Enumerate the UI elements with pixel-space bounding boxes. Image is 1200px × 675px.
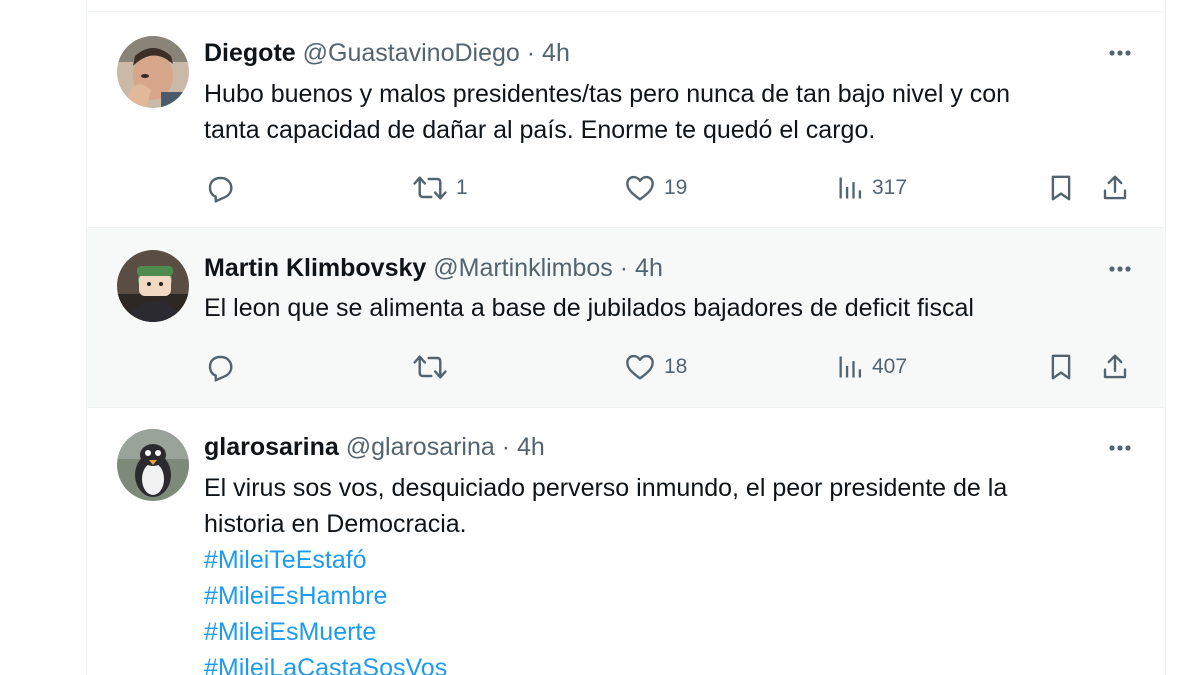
tweet[interactable]: glarosarina @glarosarina · 4h El virus s…: [87, 408, 1165, 675]
retweet-count: 1: [456, 176, 468, 199]
user-handle[interactable]: @glarosarina: [346, 433, 495, 461]
hashtag-link[interactable]: #MileiLaCastaSosVos: [204, 650, 1125, 675]
reply-button[interactable]: [204, 349, 236, 385]
share-icon: [1103, 175, 1127, 200]
hashtag-link[interactable]: #MileiTeEstafó: [204, 542, 1125, 578]
display-name[interactable]: Diegote: [204, 39, 296, 67]
more-icon[interactable]: [1105, 433, 1135, 463]
more-icon[interactable]: [1105, 254, 1135, 284]
user-handle[interactable]: @Martinklimbos: [433, 254, 613, 282]
views-count: 407: [872, 355, 908, 378]
hashtag-link[interactable]: #MileiEsMuerte: [204, 614, 1125, 650]
more-icon[interactable]: [1105, 38, 1135, 68]
timeline-column: Diegote @GuastavinoDiego · 4h Hubo bueno…: [86, 0, 1166, 675]
bookmark-icon: [1051, 175, 1071, 201]
tweet-text: El leon que se alimenta a base de jubila…: [204, 290, 1125, 326]
views-icon: [839, 177, 862, 199]
tweet-header: Martin Klimbovsky @Martinklimbos · 4h: [204, 253, 663, 283]
retweet-button[interactable]: [412, 349, 456, 385]
avatar[interactable]: [117, 36, 189, 108]
like-button[interactable]: 18: [624, 349, 687, 385]
hashtag-link[interactable]: #MileiEsHambre: [204, 578, 1125, 614]
views-icon: [839, 356, 862, 378]
tweet[interactable]: Diegote @GuastavinoDiego · 4h Hubo bueno…: [87, 12, 1165, 228]
tweet[interactable]: Martin Klimbovsky @Martinklimbos · 4h El…: [87, 228, 1165, 408]
separator-dot: ·: [619, 254, 629, 282]
tweet-text-line: tanta capacidad de dañar al país. Enorme…: [204, 116, 876, 144]
tweet-text-line: Hubo buenos y malos presidentes/tas pero…: [204, 80, 1011, 108]
timestamp[interactable]: 4h: [542, 39, 570, 67]
tweet-text-line: El virus sos vos, desquiciado perverso i…: [204, 474, 1008, 502]
retweet-icon: [413, 176, 447, 200]
user-handle[interactable]: @GuastavinoDiego: [303, 39, 520, 67]
tweet-text: Hubo buenos y malos presidentes/tas pero…: [204, 76, 1125, 148]
reply-button[interactable]: [204, 170, 236, 206]
tweet-header: glarosarina @glarosarina · 4h: [204, 432, 545, 462]
separator-dot: ·: [526, 39, 536, 67]
like-icon: [626, 354, 654, 380]
separator-dot: ·: [501, 433, 511, 461]
like-count: 18: [664, 355, 688, 378]
previous-tweet-edge: [87, 0, 1165, 12]
views-button[interactable]: 407: [836, 349, 907, 385]
tweet-header: Diegote @GuastavinoDiego · 4h: [204, 38, 570, 68]
bookmark-button[interactable]: [1046, 170, 1076, 206]
timestamp[interactable]: 4h: [635, 254, 663, 282]
retweet-icon: [413, 355, 447, 379]
tweet-text: El virus sos vos, desquiciado perverso i…: [204, 470, 1125, 675]
tweet-text-line: El leon que se alimenta a base de jubila…: [204, 294, 974, 322]
tweet-text-line: historia en Democracia.: [204, 510, 467, 538]
like-count: 19: [664, 176, 688, 199]
share-button[interactable]: [1100, 170, 1130, 206]
timestamp[interactable]: 4h: [517, 433, 545, 461]
like-icon: [626, 175, 654, 201]
reply-icon: [208, 176, 233, 203]
retweet-button[interactable]: 1: [412, 170, 468, 206]
views-count: 317: [872, 176, 908, 199]
reply-icon: [208, 355, 233, 382]
avatar[interactable]: [117, 429, 189, 501]
bookmark-icon: [1051, 354, 1071, 380]
share-icon: [1103, 354, 1127, 379]
share-button[interactable]: [1100, 349, 1130, 385]
avatar[interactable]: [117, 250, 189, 322]
display-name[interactable]: Martin Klimbovsky: [204, 254, 426, 282]
views-button[interactable]: 317: [836, 170, 907, 206]
bookmark-button[interactable]: [1046, 349, 1076, 385]
display-name[interactable]: glarosarina: [204, 433, 339, 461]
like-button[interactable]: 19: [624, 170, 687, 206]
tweet-actions: 1 19 317: [204, 170, 1137, 206]
tweet-actions: 18 407: [204, 349, 1137, 385]
